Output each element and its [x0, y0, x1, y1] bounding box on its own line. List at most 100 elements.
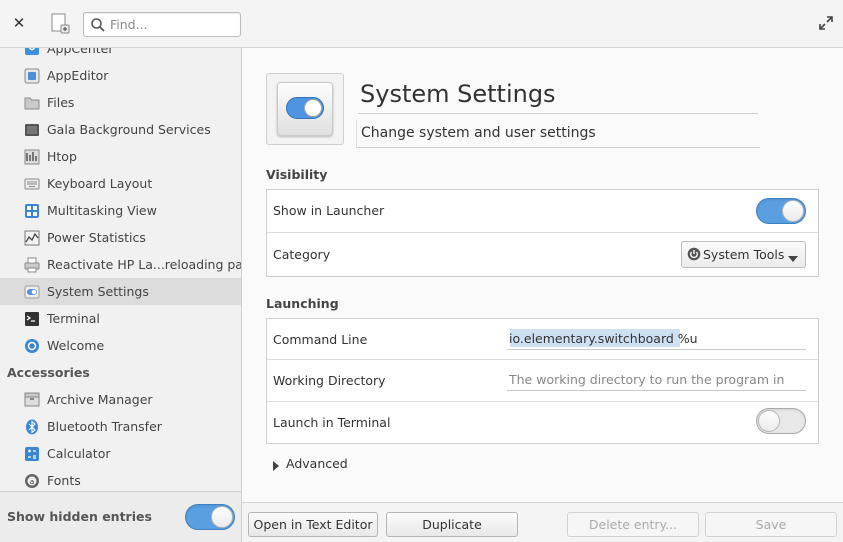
show-hidden-label: Show hidden entries	[7, 509, 152, 524]
app-comment-field[interactable]	[356, 120, 760, 148]
app-name-field[interactable]	[358, 76, 758, 114]
sidebar-item-label: Htop	[47, 149, 77, 164]
settings-icon	[24, 284, 40, 300]
action-bar: Open in Text Editor Duplicate Delete ent…	[242, 502, 843, 542]
visibility-box: Show in Launcher Category System Tools	[266, 189, 819, 277]
sidebar-item-label: Terminal	[47, 311, 100, 326]
sidebar-item-fonts[interactable]: a Fonts	[0, 467, 241, 491]
launching-section-title: Launching	[266, 296, 339, 311]
launch-in-terminal-row: Launch in Terminal	[267, 402, 818, 443]
appeditor-icon	[24, 68, 40, 84]
sidebar-item-htop[interactable]: Htop	[0, 143, 241, 170]
category-dropdown[interactable]: System Tools	[681, 241, 806, 268]
sidebar-item-archive-manager[interactable]: Archive Manager	[0, 386, 241, 413]
maximize-icon[interactable]	[819, 16, 833, 30]
app-icon-button[interactable]	[266, 73, 344, 145]
sidebar-item-label: Files	[47, 95, 75, 110]
close-icon[interactable]: ✕	[10, 14, 28, 32]
calculator-icon	[24, 446, 40, 462]
sidebar-item-label: Gala Background Services	[47, 122, 211, 137]
visibility-section-title: Visibility	[266, 167, 328, 182]
show-hidden-switch[interactable]	[185, 504, 235, 530]
switch-knob	[758, 410, 780, 432]
power-icon	[687, 247, 701, 261]
save-button[interactable]: Save	[705, 512, 837, 537]
settings-icon	[277, 82, 333, 136]
sidebar-item-appcenter[interactable]: AppCenter	[0, 48, 241, 62]
sidebar-item-appeditor[interactable]: AppEditor	[0, 62, 241, 89]
gala-icon	[24, 122, 40, 138]
open-in-text-editor-button[interactable]: Open in Text Editor	[248, 512, 378, 537]
printer-icon	[24, 257, 40, 273]
sidebar-item-files[interactable]: Files	[0, 89, 241, 116]
chevron-down-icon	[788, 251, 798, 262]
switch-knob	[782, 200, 804, 222]
header-bar: ✕	[0, 0, 843, 48]
sidebar-item-terminal[interactable]: Terminal	[0, 305, 241, 332]
sidebar-item-label: Welcome	[47, 338, 105, 353]
archive-icon	[24, 392, 40, 408]
power-statistics-icon	[24, 230, 40, 246]
sidebar-item-power[interactable]: Power Statistics	[0, 224, 241, 251]
sidebar-item-label: Calculator	[47, 446, 111, 461]
sidebar-item-label: Keyboard Layout	[47, 176, 153, 191]
folder-icon	[24, 95, 40, 111]
sidebar-item-welcome[interactable]: Welcome	[0, 332, 241, 359]
sidebar-footer: Show hidden entries	[0, 491, 241, 542]
new-document-icon[interactable]	[50, 12, 72, 36]
category-header-accessories: Accessories	[0, 359, 241, 386]
launch-in-terminal-switch[interactable]	[756, 408, 806, 434]
app-name-input[interactable]	[358, 76, 758, 112]
show-in-launcher-label: Show in Launcher	[273, 203, 385, 218]
app-icon-toggle-graphic	[286, 97, 324, 119]
keyboard-icon	[24, 176, 40, 192]
sidebar-item-label: Archive Manager	[47, 392, 153, 407]
search-input[interactable]	[110, 15, 236, 34]
sidebar-item-label: AppCenter	[47, 48, 114, 56]
search-icon	[90, 17, 106, 33]
sidebar: AppCenter AppEditor Files Gala Backgroun…	[0, 48, 242, 542]
command-line-input[interactable]	[507, 328, 806, 349]
launching-box: Command Line Working Directory Launch in…	[266, 318, 819, 444]
fonts-icon: a	[24, 473, 40, 489]
sidebar-item-label: Fonts	[47, 473, 81, 488]
delete-entry-button[interactable]: Delete entry...	[567, 512, 699, 537]
category-label: Category	[273, 247, 331, 262]
working-directory-field[interactable]	[507, 369, 806, 391]
category-value: System Tools	[703, 247, 785, 262]
main-panel: Visibility Show in Launcher Category Sys…	[242, 48, 843, 542]
show-in-launcher-row: Show in Launcher	[267, 190, 818, 233]
command-line-label: Command Line	[273, 332, 368, 347]
sidebar-item-label: Bluetooth Transfer	[47, 419, 162, 434]
app-comment-input[interactable]	[357, 120, 760, 146]
working-directory-input[interactable]	[507, 369, 806, 390]
sidebar-item-calculator[interactable]: Calculator	[0, 440, 241, 467]
sidebar-item-hp-reactivate[interactable]: Reactivate HP La...reloading paper	[0, 251, 241, 278]
sidebar-item-gala[interactable]: Gala Background Services	[0, 116, 241, 143]
command-line-row: Command Line	[267, 319, 818, 360]
welcome-icon	[24, 338, 40, 354]
sidebar-item-multitasking[interactable]: Multitasking View	[0, 197, 241, 224]
svg-text:a: a	[30, 478, 34, 486]
sidebar-item-keyboard[interactable]: Keyboard Layout	[0, 170, 241, 197]
advanced-label: Advanced	[286, 456, 348, 471]
launch-in-terminal-label: Launch in Terminal	[273, 415, 391, 430]
sidebar-item-label: Power Statistics	[47, 230, 146, 245]
sidebar-item-label: AppEditor	[47, 68, 109, 83]
app-icon-knob	[304, 99, 322, 117]
command-line-field[interactable]	[507, 328, 806, 350]
search-field[interactable]	[83, 12, 241, 37]
bluetooth-icon	[24, 419, 40, 435]
working-directory-row: Working Directory	[267, 360, 818, 402]
app-list[interactable]: AppCenter AppEditor Files Gala Backgroun…	[0, 48, 241, 491]
advanced-expander[interactable]: Advanced	[272, 456, 348, 471]
multitasking-icon	[24, 203, 40, 219]
working-directory-label: Working Directory	[273, 373, 386, 388]
sidebar-item-bluetooth[interactable]: Bluetooth Transfer	[0, 413, 241, 440]
category-header-label: Accessories	[7, 365, 90, 380]
sidebar-item-system-settings[interactable]: System Settings	[0, 278, 241, 305]
terminal-icon	[24, 311, 40, 327]
sidebar-item-label: Multitasking View	[47, 203, 157, 218]
show-in-launcher-switch[interactable]	[756, 198, 806, 224]
duplicate-button[interactable]: Duplicate	[386, 512, 518, 537]
